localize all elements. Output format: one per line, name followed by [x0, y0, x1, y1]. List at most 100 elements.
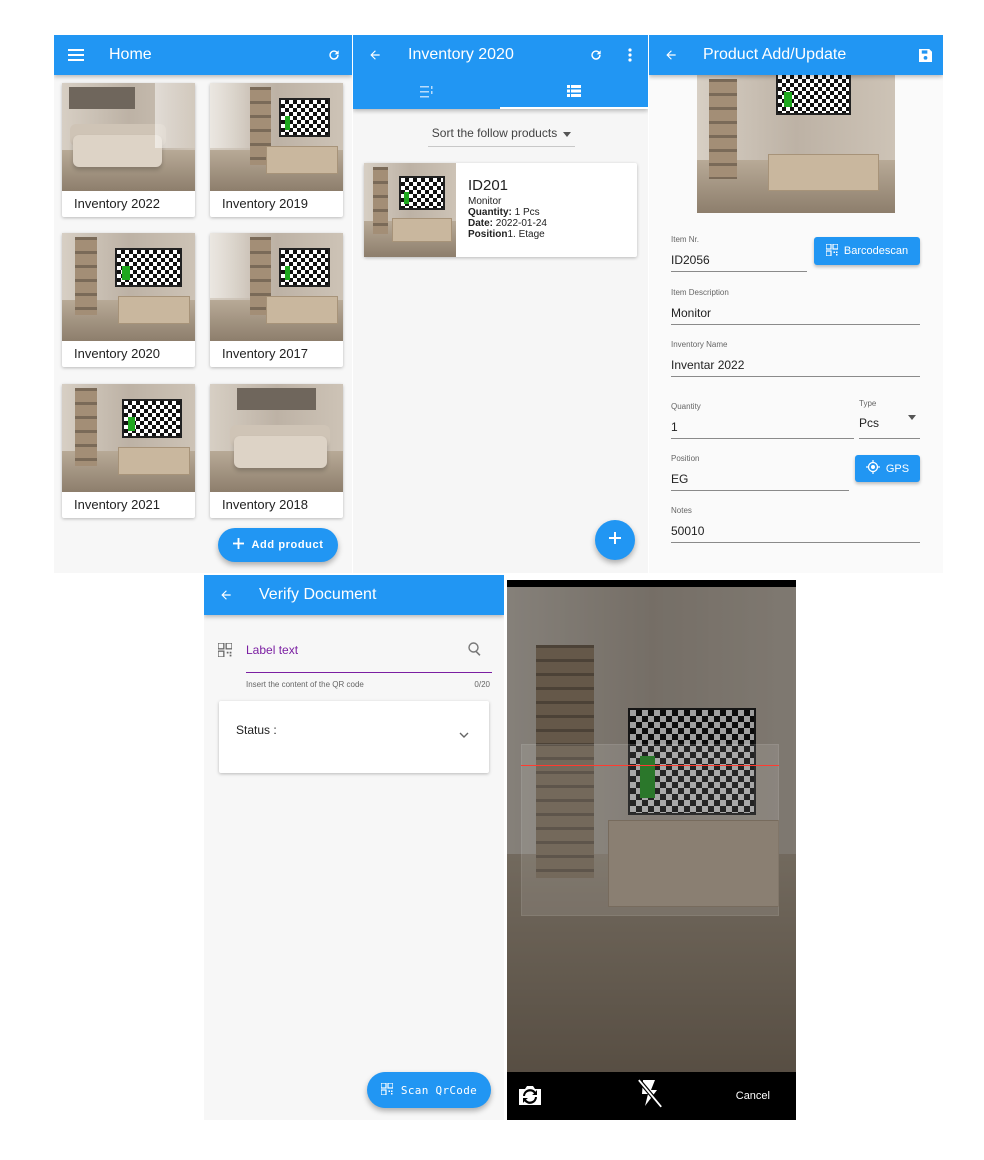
product-name: Monitor [468, 196, 502, 207]
inventory-card-label: Inventory 2020 [74, 346, 161, 361]
qr-code-icon [217, 642, 233, 662]
caret-down-icon [908, 407, 916, 425]
home-appbar: Home [54, 35, 352, 75]
position-value: EG [671, 472, 689, 486]
gps-button[interactable]: GPS [855, 455, 920, 482]
inventory-card[interactable]: Inventory 2017 [210, 233, 343, 367]
plus-icon [609, 531, 621, 549]
qr-content-input[interactable]: Label text [246, 637, 492, 673]
inventory-card-image [62, 233, 195, 341]
inventory-card[interactable]: Inventory 2021 [62, 384, 195, 518]
inventory-name-label: Inventory Name [671, 340, 728, 349]
qr-helper-text: Insert the content of the QR code [246, 680, 364, 689]
home-screen: Home Inventory 2022 Inventory 2019 Inven… [54, 35, 352, 573]
product-list-item[interactable]: ID201 Monitor Quantity: 1 Pcs Date: 2022… [364, 163, 637, 257]
save-icon[interactable] [915, 45, 935, 65]
notes-field[interactable]: Notes 50010 [671, 506, 920, 543]
refresh-icon[interactable] [586, 45, 606, 65]
inventory-card-image [210, 83, 343, 191]
quantity-value: 1 Pcs [511, 207, 540, 218]
refresh-icon[interactable] [324, 45, 344, 65]
inventory-card-image [62, 384, 195, 492]
arrow-left-icon[interactable] [365, 45, 385, 65]
scanner-toolbar: Cancel [507, 1072, 796, 1120]
list-icon [567, 85, 581, 97]
inventory-card-image [210, 384, 343, 492]
add-item-button[interactable] [595, 520, 635, 560]
tab-list[interactable] [500, 75, 648, 109]
product-id: ID201 [468, 177, 509, 194]
menu-icon[interactable] [66, 45, 86, 65]
product-form-title: Product Add/Update [703, 46, 847, 63]
item-description-field[interactable]: Item Description Monitor [671, 288, 920, 325]
cancel-button[interactable]: Cancel [736, 1090, 770, 1102]
verify-screen: Verify Document Label text Insert the co… [204, 575, 504, 1120]
inventory-card-label: Inventory 2021 [74, 497, 161, 512]
position-field[interactable]: Position EG [671, 454, 849, 491]
inventory-appbar: Inventory 2020 [353, 35, 648, 109]
product-quantity: Quantity: 1 Pcs [468, 207, 540, 218]
product-photo[interactable] [697, 73, 895, 213]
chevron-down-icon[interactable] [459, 725, 469, 743]
more-vert-icon[interactable] [620, 45, 640, 65]
verify-appbar: Verify Document [204, 575, 504, 615]
list-detail-icon [419, 86, 434, 98]
product-form-screen: Product Add/Update Item Nr. ID2056 Barco… [649, 35, 943, 573]
inventory-name-field[interactable]: Inventory Name Inventar 2022 [671, 340, 920, 377]
quantity-label: Quantity [671, 402, 701, 411]
qr-code-icon [825, 242, 839, 259]
inventory-card[interactable]: Inventory 2020 [62, 233, 195, 367]
scanner-screen: Cancel [507, 580, 796, 1120]
item-nr-field[interactable]: Item Nr. ID2056 [671, 235, 807, 272]
barcodescan-button[interactable]: Barcodescan [814, 237, 920, 265]
status-panel[interactable]: Status : [219, 701, 489, 773]
date-key: Date: [468, 218, 494, 229]
sort-dropdown[interactable]: Sort the follow products [428, 119, 575, 147]
inventory-card-image [62, 83, 195, 191]
quantity-key: Quantity: [468, 207, 512, 218]
qr-counter: 0/20 [474, 680, 490, 689]
quantity-field[interactable]: Quantity 1 [671, 402, 854, 439]
item-nr-label: Item Nr. [671, 235, 700, 244]
inventory-name-value: Inventar 2022 [671, 358, 745, 372]
item-description-label: Item Description [671, 288, 729, 297]
arrow-left-icon[interactable] [661, 45, 681, 65]
inventory-screen: Inventory 2020 Sort the follow products … [353, 35, 648, 573]
barcodescan-label: Barcodescan [843, 245, 909, 257]
inventory-card[interactable]: Inventory 2022 [62, 83, 195, 217]
inventory-card-label: Inventory 2018 [222, 497, 309, 512]
flash-off-icon[interactable] [635, 1077, 664, 1113]
product-position: Position1. Etage [468, 229, 545, 240]
inventory-card[interactable]: Inventory 2018 [210, 384, 343, 518]
qr-content-value: Label text [246, 643, 299, 657]
scan-area-frame [521, 744, 779, 916]
date-value: 2022-01-24 [493, 218, 547, 229]
arrow-left-icon[interactable] [216, 585, 236, 605]
position-key: Position [468, 229, 508, 240]
sort-label: Sort the follow products [431, 125, 558, 140]
product-image [364, 163, 456, 257]
inventory-card-label: Inventory 2022 [74, 196, 161, 211]
item-nr-value: ID2056 [671, 253, 710, 267]
tab-list-detail[interactable] [353, 75, 500, 109]
search-icon[interactable] [468, 642, 482, 661]
inventory-card-label: Inventory 2019 [222, 196, 309, 211]
scan-line [521, 765, 779, 766]
verify-title: Verify Document [259, 586, 377, 603]
inventory-card[interactable]: Inventory 2019 [210, 83, 343, 217]
type-select[interactable]: Type Pcs [859, 399, 920, 439]
position-label: Position [671, 454, 700, 463]
item-description-value: Monitor [671, 306, 712, 320]
add-product-label: Add product [251, 539, 324, 551]
inventory-title: Inventory 2020 [408, 46, 514, 63]
scan-qrcode-button[interactable]: Scan QrCode [367, 1072, 491, 1108]
scan-qrcode-label: Scan QrCode [400, 1083, 478, 1097]
gps-label: GPS [885, 462, 910, 475]
status-label: Status : [236, 723, 277, 737]
notes-value: 50010 [671, 524, 705, 538]
inventory-card-label: Inventory 2017 [222, 346, 309, 361]
camera-switch-icon[interactable] [517, 1084, 543, 1111]
add-product-button[interactable]: Add product [218, 528, 338, 562]
product-form-appbar: Product Add/Update [649, 35, 943, 75]
gps-icon [865, 460, 880, 477]
